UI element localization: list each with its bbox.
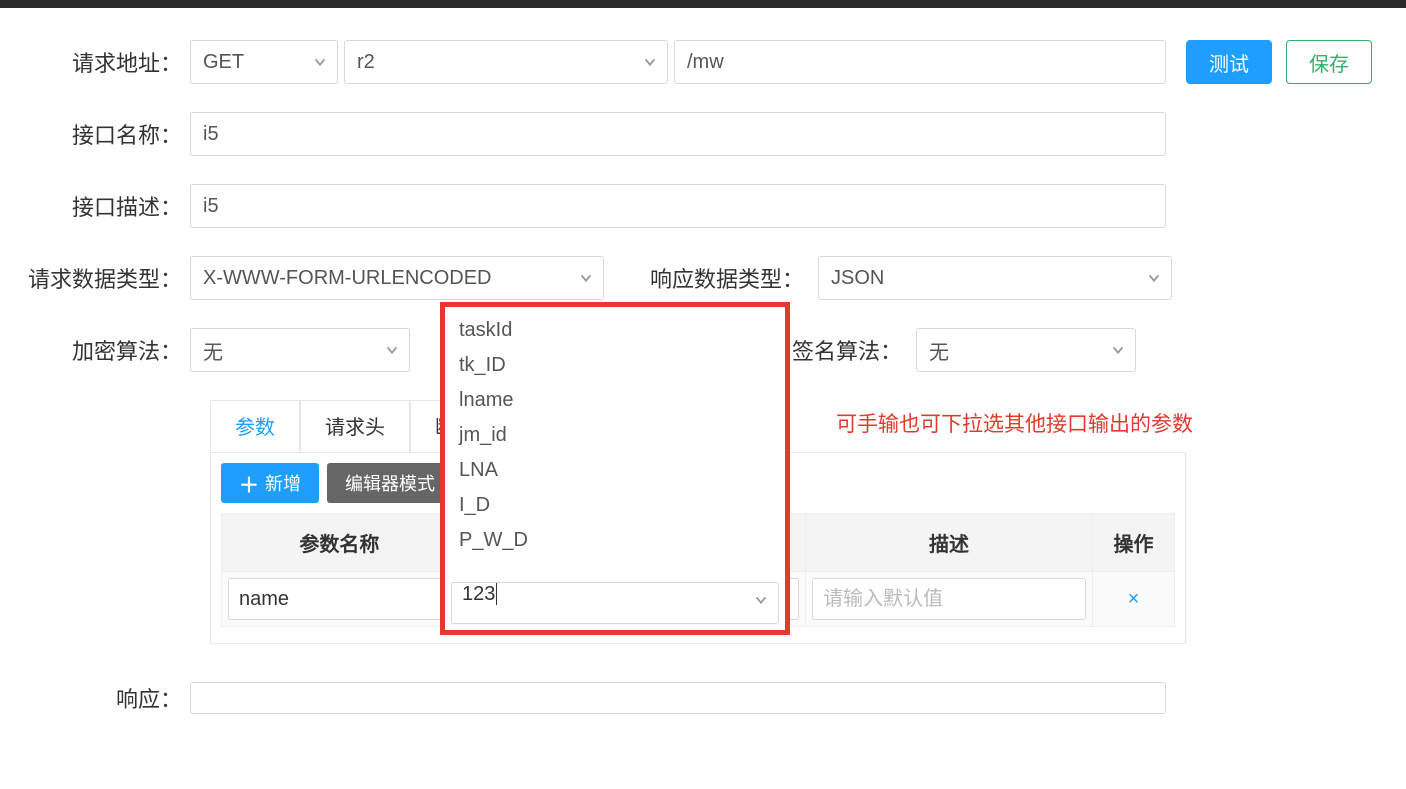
encryption-algo-select[interactable]: 无 <box>190 328 410 372</box>
signature-algo-select[interactable]: 无 <box>916 328 1136 372</box>
delete-row-button[interactable]: × <box>1099 588 1168 611</box>
test-button[interactable]: 测试 <box>1186 40 1272 84</box>
form-panel: 请求地址： GET r2 测试 保存 接口名称： <box>0 0 1406 762</box>
interface-name-input[interactable] <box>190 112 1166 156</box>
dropdown-option[interactable]: P_W_D <box>445 523 785 558</box>
col-param-desc: 描述 <box>806 514 1093 572</box>
col-param-ops: 操作 <box>1093 514 1175 572</box>
request-data-type-select[interactable]: X-WWW-FORM-URLENCODED <box>190 256 604 300</box>
row-interface-name: 接口名称： <box>20 112 1386 156</box>
plus-icon: ＋ <box>239 469 259 498</box>
dropdown-input-wrap: 123 <box>445 576 785 630</box>
interface-desc-input[interactable] <box>190 184 1166 228</box>
http-method-value: GET <box>203 51 244 74</box>
label-encryption-algo: 加密算法： <box>20 334 190 366</box>
label-signature-algo: 签名算法： <box>792 334 902 366</box>
chevron-down-icon <box>1145 269 1163 287</box>
row-request-url: 请求地址： GET r2 测试 保存 <box>20 40 1386 84</box>
url-segment-value: r2 <box>357 51 375 74</box>
label-interface-name: 接口名称： <box>20 118 190 150</box>
url-segment-select[interactable]: r2 <box>344 40 668 84</box>
row-data-types: 请求数据类型： X-WWW-FORM-URLENCODED 响应数据类型： JS… <box>20 256 1386 300</box>
dropdown-option[interactable]: lname <box>445 383 785 418</box>
encryption-algo-value: 无 <box>203 336 223 365</box>
close-icon: × <box>1128 588 1140 610</box>
param-name-input[interactable] <box>228 578 451 620</box>
tab-headers[interactable]: 请求头 <box>300 400 410 452</box>
dropdown-option[interactable]: taskId <box>445 313 785 348</box>
signature-algo-value: 无 <box>929 336 949 365</box>
chevron-down-icon <box>1109 341 1127 359</box>
save-button[interactable]: 保存 <box>1286 40 1372 84</box>
controls-request-url: GET r2 测试 保存 <box>190 40 1386 84</box>
dropdown-input-value: 123 <box>462 583 495 605</box>
dropdown-input[interactable]: 123 <box>451 582 779 624</box>
add-param-button[interactable]: ＋ 新增 <box>221 463 319 503</box>
response-data-type-value: JSON <box>831 267 884 290</box>
chevron-down-icon <box>577 269 595 287</box>
response-data-type-select[interactable]: JSON <box>818 256 1172 300</box>
tab-params[interactable]: 参数 <box>210 400 300 452</box>
dropdown-option[interactable]: jm_id <box>445 418 785 453</box>
url-action-buttons: 测试 保存 <box>1186 40 1372 84</box>
param-desc-input[interactable] <box>812 578 1086 620</box>
response-output <box>190 682 1166 714</box>
row-interface-desc: 接口描述： <box>20 184 1386 228</box>
chevron-down-icon <box>752 591 770 615</box>
chevron-down-icon <box>383 341 401 359</box>
add-param-label: 新增 <box>265 470 301 496</box>
chevron-down-icon <box>641 53 659 71</box>
label-request-url: 请求地址： <box>20 46 190 78</box>
tabs-bar: 参数 请求头 断言 <box>210 400 1386 452</box>
url-path-input[interactable] <box>674 40 1166 84</box>
label-response: 响应： <box>20 682 190 714</box>
request-data-type-value: X-WWW-FORM-URLENCODED <box>203 267 492 290</box>
editor-mode-button[interactable]: 编辑器模式 <box>327 463 453 503</box>
dropdown-option[interactable]: I_D <box>445 488 785 523</box>
col-param-name: 参数名称 <box>222 514 458 572</box>
dropdown-list: taskId tk_ID lname jm_id LNA I_D P_W_D <box>445 307 785 576</box>
http-method-select[interactable]: GET <box>190 40 338 84</box>
label-request-data-type: 请求数据类型： <box>20 262 190 294</box>
label-response-data-type: 响应数据类型： <box>650 262 804 294</box>
chevron-down-icon <box>311 53 329 71</box>
row-response: 响应： <box>20 682 1386 714</box>
param-autocomplete-dropdown: taskId tk_ID lname jm_id LNA I_D P_W_D 1… <box>440 302 790 635</box>
annotation-text: 可手输也可下拉选其他接口输出的参数 <box>836 408 1193 438</box>
dropdown-option[interactable]: tk_ID <box>445 348 785 383</box>
label-interface-desc: 接口描述： <box>20 190 190 222</box>
dropdown-option[interactable]: LNA <box>445 453 785 488</box>
